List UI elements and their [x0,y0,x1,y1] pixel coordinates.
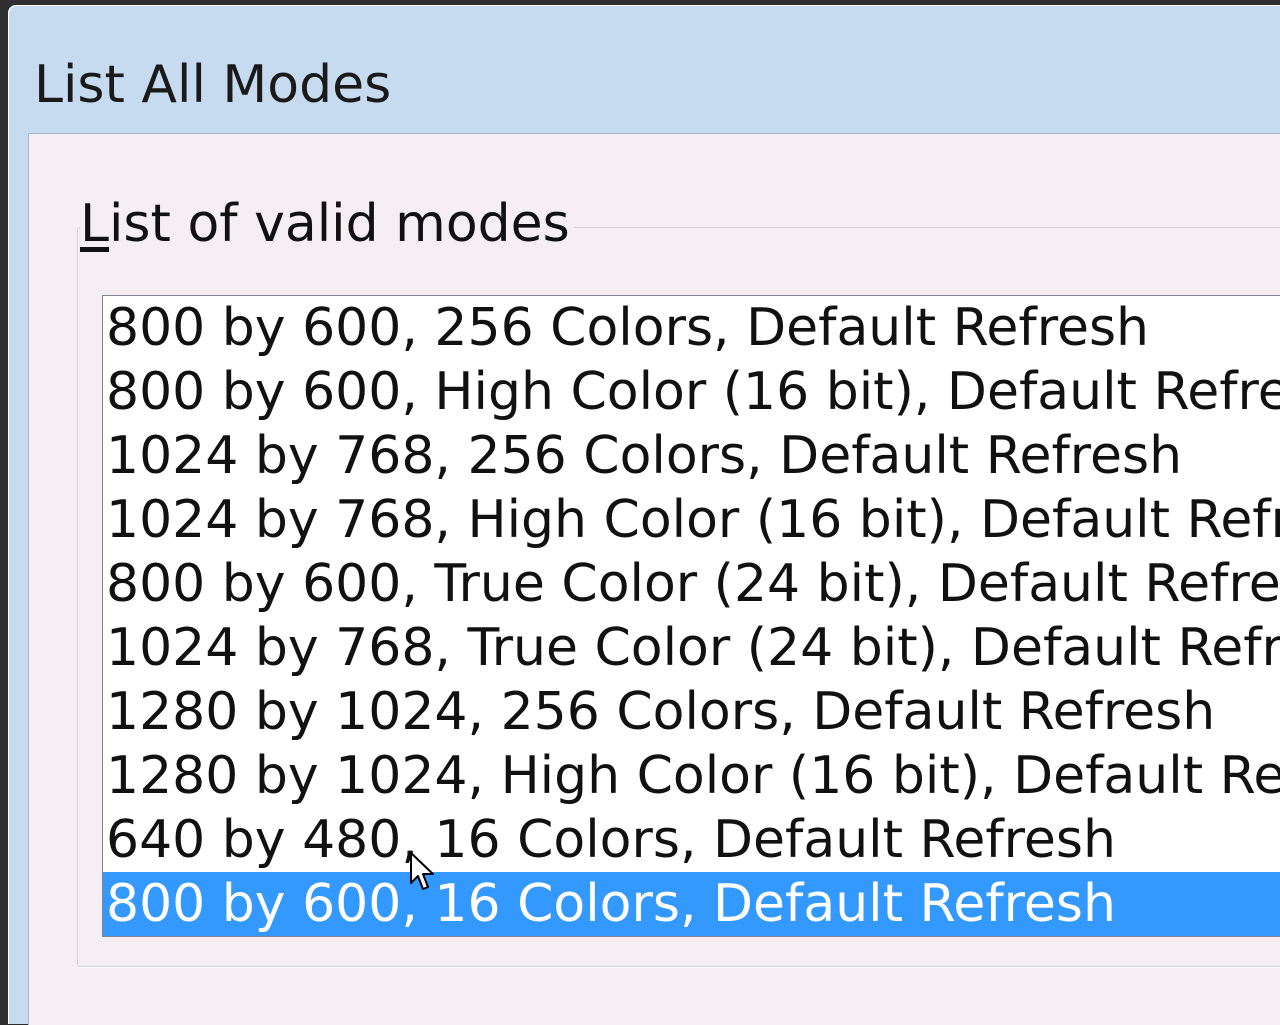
group-label-mnemonic: L [80,194,109,254]
mouse-pointer-icon [410,852,434,890]
list-item[interactable]: 1280 by 1024, 256 Colors, Default Refres… [103,680,1280,744]
group-label: List of valid modes [80,192,574,256]
group-label-text: ist of valid modes [108,194,570,254]
dialog-window: List All Modes List of valid modes 800 b… [0,0,1280,1025]
list-item[interactable]: 800 by 600, High Color (16 bit), Default… [103,360,1280,424]
list-item[interactable]: 800 by 600, 256 Colors, Default Refresh [103,296,1280,360]
list-item-selected[interactable]: 800 by 600, 16 Colors, Default Refresh [103,872,1280,936]
list-item[interactable]: 640 by 480, 16 Colors, Default Refresh [103,808,1280,872]
window-title: List All Modes [34,55,392,115]
list-item[interactable]: 1024 by 768, 256 Colors, Default Refresh [103,424,1280,488]
list-item[interactable]: 800 by 600, True Color (24 bit), Default… [103,552,1280,616]
modes-listbox[interactable]: 800 by 600, 256 Colors, Default Refresh … [102,295,1280,937]
list-item[interactable]: 1024 by 768, High Color (16 bit), Defaul… [103,488,1280,552]
list-item[interactable]: 1280 by 1024, High Color (16 bit), Defau… [103,744,1280,808]
list-item[interactable]: 1024 by 768, True Color (24 bit), Defaul… [103,616,1280,680]
